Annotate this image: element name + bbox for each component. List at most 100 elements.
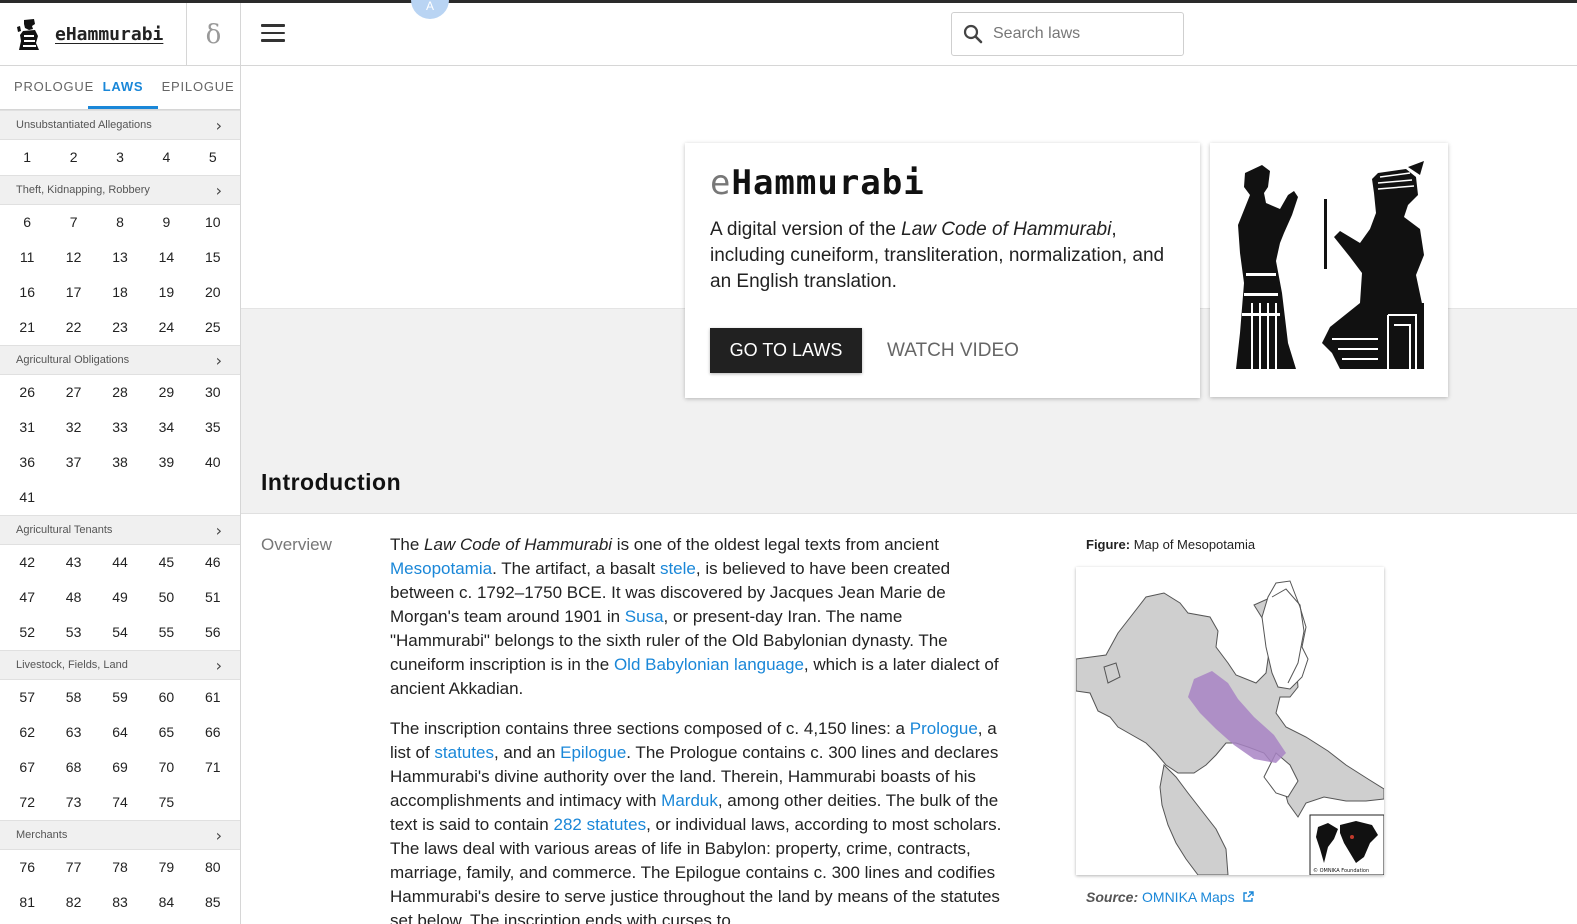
law-number-link[interactable]: 49 — [97, 580, 143, 615]
law-number-link[interactable]: 64 — [97, 715, 143, 750]
law-number-link[interactable]: 15 — [190, 240, 236, 275]
law-number-link[interactable]: 6 — [4, 205, 50, 240]
law-number-link[interactable]: 48 — [50, 580, 96, 615]
law-number-link[interactable]: 65 — [143, 715, 189, 750]
law-number-link[interactable]: 33 — [97, 410, 143, 445]
law-number-link[interactable]: 44 — [97, 545, 143, 580]
law-number-link[interactable]: 24 — [143, 310, 189, 345]
category-header[interactable]: Theft, Kidnapping, Robbery › — [0, 175, 240, 205]
law-number-link[interactable]: 42 — [4, 545, 50, 580]
tab-epilogue[interactable]: EPILOGUE — [158, 66, 238, 109]
law-number-link[interactable]: 75 — [143, 785, 189, 820]
law-number-link[interactable]: 30 — [190, 375, 236, 410]
law-number-link[interactable]: 40 — [190, 445, 236, 480]
law-number-link[interactable]: 47 — [4, 580, 50, 615]
law-number-link[interactable]: 74 — [97, 785, 143, 820]
translate-icon[interactable]: A — [411, 0, 449, 19]
inline-link[interactable]: stele — [660, 559, 696, 578]
chevron-right-icon[interactable]: › — [216, 181, 222, 200]
hammurabi-logo-icon[interactable] — [15, 17, 43, 51]
mesopotamia-map[interactable]: © OMNIKA Foundation — [1076, 567, 1384, 875]
tab-prologue[interactable]: PROLOGUE — [0, 66, 93, 109]
law-number-link[interactable]: 67 — [4, 750, 50, 785]
law-number-link[interactable]: 39 — [143, 445, 189, 480]
law-number-link[interactable]: 50 — [143, 580, 189, 615]
watch-video-button[interactable]: WATCH VIDEO — [887, 328, 1019, 373]
law-number-link[interactable]: 61 — [190, 680, 236, 715]
law-number-link[interactable]: 71 — [190, 750, 236, 785]
law-number-link[interactable]: 70 — [143, 750, 189, 785]
inline-link[interactable]: Old Babylonian language — [614, 655, 804, 674]
menu-icon[interactable] — [261, 24, 285, 44]
law-number-link[interactable]: 43 — [50, 545, 96, 580]
law-number-link[interactable]: 7 — [50, 205, 96, 240]
law-number-link[interactable]: 55 — [143, 615, 189, 650]
law-number-link[interactable]: 5 — [190, 140, 236, 175]
law-number-link[interactable]: 68 — [50, 750, 96, 785]
law-number-link[interactable]: 62 — [4, 715, 50, 750]
law-number-link[interactable]: 16 — [4, 275, 50, 310]
delta-icon[interactable]: δ — [186, 3, 240, 66]
brand-name-link[interactable]: eHammurabi — [55, 24, 163, 45]
law-number-link[interactable]: 73 — [50, 785, 96, 820]
inline-link[interactable]: statutes — [434, 743, 494, 762]
inline-link[interactable]: Susa — [625, 607, 664, 626]
law-number-link[interactable]: 17 — [50, 275, 96, 310]
law-number-link[interactable]: 77 — [50, 850, 96, 885]
category-header[interactable]: Livestock, Fields, Land › — [0, 650, 240, 680]
law-number-link[interactable]: 45 — [143, 545, 189, 580]
law-number-link[interactable]: 83 — [97, 885, 143, 920]
chevron-right-icon[interactable]: › — [216, 656, 222, 675]
law-number-link[interactable]: 84 — [143, 885, 189, 920]
law-number-link[interactable]: 26 — [4, 375, 50, 410]
law-number-link[interactable]: 52 — [4, 615, 50, 650]
law-number-link[interactable]: 63 — [50, 715, 96, 750]
law-number-link[interactable]: 46 — [190, 545, 236, 580]
law-number-link[interactable]: 37 — [50, 445, 96, 480]
omnika-maps-link[interactable]: OMNIKA Maps — [1142, 889, 1235, 905]
chevron-right-icon[interactable]: › — [216, 521, 222, 540]
chevron-right-icon[interactable]: › — [216, 826, 222, 845]
law-number-link[interactable]: 13 — [97, 240, 143, 275]
law-number-link[interactable]: 11 — [4, 240, 50, 275]
law-number-link[interactable]: 28 — [97, 375, 143, 410]
inline-link[interactable]: Prologue — [910, 719, 978, 738]
law-number-link[interactable]: 27 — [50, 375, 96, 410]
law-number-link[interactable]: 20 — [190, 275, 236, 310]
law-number-link[interactable]: 25 — [190, 310, 236, 345]
law-number-link[interactable]: 80 — [190, 850, 236, 885]
law-number-link[interactable]: 14 — [143, 240, 189, 275]
law-number-link[interactable]: 23 — [97, 310, 143, 345]
law-number-link[interactable]: 35 — [190, 410, 236, 445]
law-number-link[interactable]: 85 — [190, 885, 236, 920]
category-header[interactable]: Agricultural Obligations › — [0, 345, 240, 375]
law-number-link[interactable]: 54 — [97, 615, 143, 650]
law-number-link[interactable]: 3 — [97, 140, 143, 175]
inline-link[interactable]: Epilogue — [560, 743, 626, 762]
law-number-link[interactable]: 8 — [97, 205, 143, 240]
law-number-link[interactable]: 22 — [50, 310, 96, 345]
law-number-link[interactable]: 78 — [97, 850, 143, 885]
law-number-link[interactable]: 41 — [4, 480, 50, 515]
law-number-link[interactable]: 69 — [97, 750, 143, 785]
law-number-link[interactable]: 51 — [190, 580, 236, 615]
law-number-link[interactable]: 53 — [50, 615, 96, 650]
inline-link[interactable]: 282 statutes — [553, 815, 646, 834]
law-number-link[interactable]: 29 — [143, 375, 189, 410]
law-number-link[interactable]: 82 — [50, 885, 96, 920]
law-number-link[interactable]: 56 — [190, 615, 236, 650]
inline-link[interactable]: Mesopotamia — [390, 559, 492, 578]
law-number-link[interactable]: 34 — [143, 410, 189, 445]
law-number-link[interactable]: 76 — [4, 850, 50, 885]
law-number-link[interactable]: 1 — [4, 140, 50, 175]
search-box[interactable] — [951, 12, 1184, 56]
chevron-right-icon[interactable]: › — [216, 351, 222, 370]
category-header[interactable]: Merchants › — [0, 820, 240, 850]
external-link-icon[interactable] — [1242, 891, 1254, 903]
law-number-link[interactable]: 81 — [4, 885, 50, 920]
law-number-link[interactable]: 60 — [143, 680, 189, 715]
law-number-link[interactable]: 9 — [143, 205, 189, 240]
law-number-link[interactable]: 32 — [50, 410, 96, 445]
law-number-link[interactable]: 31 — [4, 410, 50, 445]
law-number-link[interactable]: 12 — [50, 240, 96, 275]
